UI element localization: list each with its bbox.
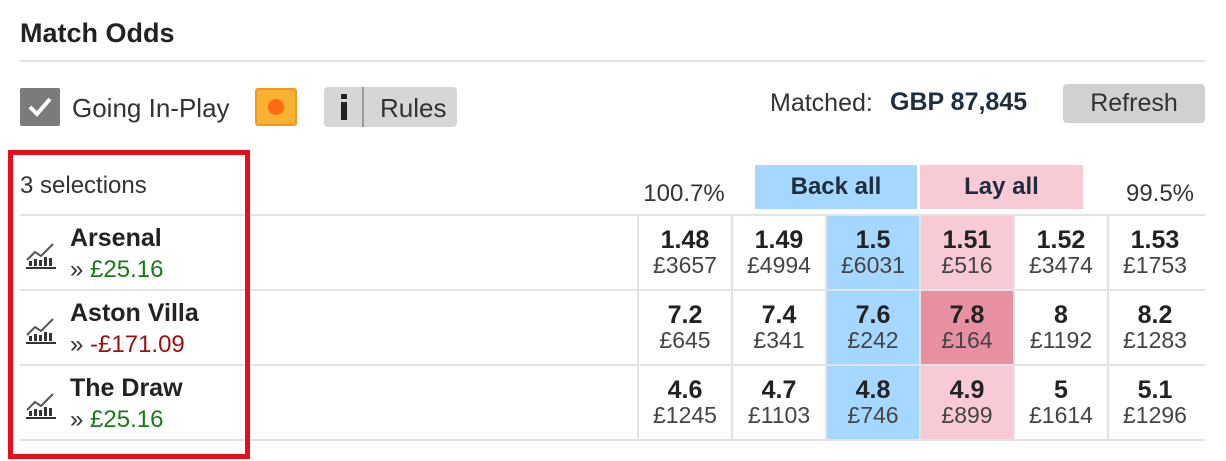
size: £242 [847,327,899,353]
price: 1.51 [942,226,992,254]
back-price-cell-2[interactable]: 1.49 £4994 [733,216,825,289]
back-all-button[interactable]: Back all [755,165,917,209]
runner-name[interactable]: Arsenal [70,224,162,253]
runner-name[interactable]: Aston Villa [70,299,199,328]
size: £1753 [1123,252,1187,278]
runner-profit-loss: £25.16 [90,406,164,433]
lay-all-button[interactable]: Lay all [920,165,1083,209]
runner-name[interactable]: The Draw [70,374,183,403]
going-in-play-label: Going In-Play [72,93,230,123]
size: £3657 [653,252,717,278]
chart-icon[interactable] [24,390,58,420]
size: £4994 [747,252,811,278]
lay-price-cell-3[interactable]: 5.1 £1296 [1109,366,1201,439]
price: 1.52 [1036,226,1086,254]
price: 5 [1054,376,1068,404]
price: 1.49 [754,226,804,254]
price: 4.6 [667,376,703,404]
selections-count: 3 selections [20,172,147,199]
back-price-cell-3[interactable]: 7.2 £645 [639,291,731,364]
price: 7.4 [761,301,797,329]
market-title: Match Odds [20,18,175,48]
size: £1296 [1123,402,1187,428]
info-icon [324,87,364,127]
lay-price-cell-2[interactable]: 1.52 £3474 [1015,216,1107,289]
runner-profit-loss: £25.16 [90,256,164,283]
size: £1103 [747,402,811,428]
matched-amount: GBP 87,845 [890,88,1028,116]
price: 7.6 [855,301,891,329]
back-price-cell-3[interactable]: 1.48 £3657 [639,216,731,289]
price: 1.48 [660,226,710,254]
lay-price-cell-best[interactable]: 7.8 £164 [921,291,1013,364]
chart-icon[interactable] [24,315,58,345]
size: £341 [753,327,805,353]
refresh-button[interactable]: Refresh [1063,84,1205,123]
size: £899 [941,402,993,428]
price: 4.8 [855,376,891,404]
runner-profit-loss: -£171.09 [90,331,185,358]
back-price-cell-best[interactable]: 7.6 £242 [827,291,919,364]
going-in-play-checkbox[interactable] [20,88,60,126]
checkmark-icon [28,97,52,117]
rules-label: Rules [380,93,447,123]
size: £516 [941,252,993,278]
price: 5.1 [1137,376,1173,404]
size: £1245 [653,402,717,428]
back-price-cell-2[interactable]: 4.7 £1103 [733,366,825,439]
rules-button[interactable]: Rules [324,87,457,127]
title-divider [20,60,1205,62]
size: £746 [847,402,899,428]
lay-price-cell-3[interactable]: 8.2 £1283 [1109,291,1201,364]
lay-price-cell-3[interactable]: 1.53 £1753 [1109,216,1201,289]
pl-arrow: » [70,256,84,283]
lay-price-cell-best[interactable]: 4.9 £899 [921,366,1013,439]
in-play-indicator-icon [255,88,297,126]
price: 7.8 [949,301,985,329]
size: £1283 [1123,327,1187,353]
lay-price-cell-2[interactable]: 5 £1614 [1015,366,1107,439]
size: £645 [659,327,711,353]
size: £1614 [1029,402,1093,428]
price: 7.2 [667,301,703,329]
lay-overround: 99.5% [1125,180,1195,207]
chart-icon[interactable] [24,240,58,270]
size: £1192 [1029,327,1093,353]
pl-arrow: » [70,406,84,433]
back-price-cell-2[interactable]: 7.4 £341 [733,291,825,364]
size: £3474 [1029,252,1093,278]
size: £6031 [841,252,905,278]
price: 8.2 [1137,301,1173,329]
back-overround: 100.7% [643,180,725,207]
price: 1.5 [855,226,891,254]
matched-label: Matched: [770,89,873,117]
price: 8 [1054,301,1068,329]
back-price-cell-best[interactable]: 4.8 £746 [827,366,919,439]
back-price-cell-3[interactable]: 4.6 £1245 [639,366,731,439]
lay-price-cell-2[interactable]: 8 £1192 [1015,291,1107,364]
size: £164 [941,327,993,353]
lay-price-cell-best[interactable]: 1.51 £516 [921,216,1013,289]
price: 4.7 [761,376,797,404]
price: 1.53 [1130,226,1180,254]
pl-arrow: » [70,331,84,358]
price: 4.9 [949,376,985,404]
back-price-cell-best[interactable]: 1.5 £6031 [827,216,919,289]
